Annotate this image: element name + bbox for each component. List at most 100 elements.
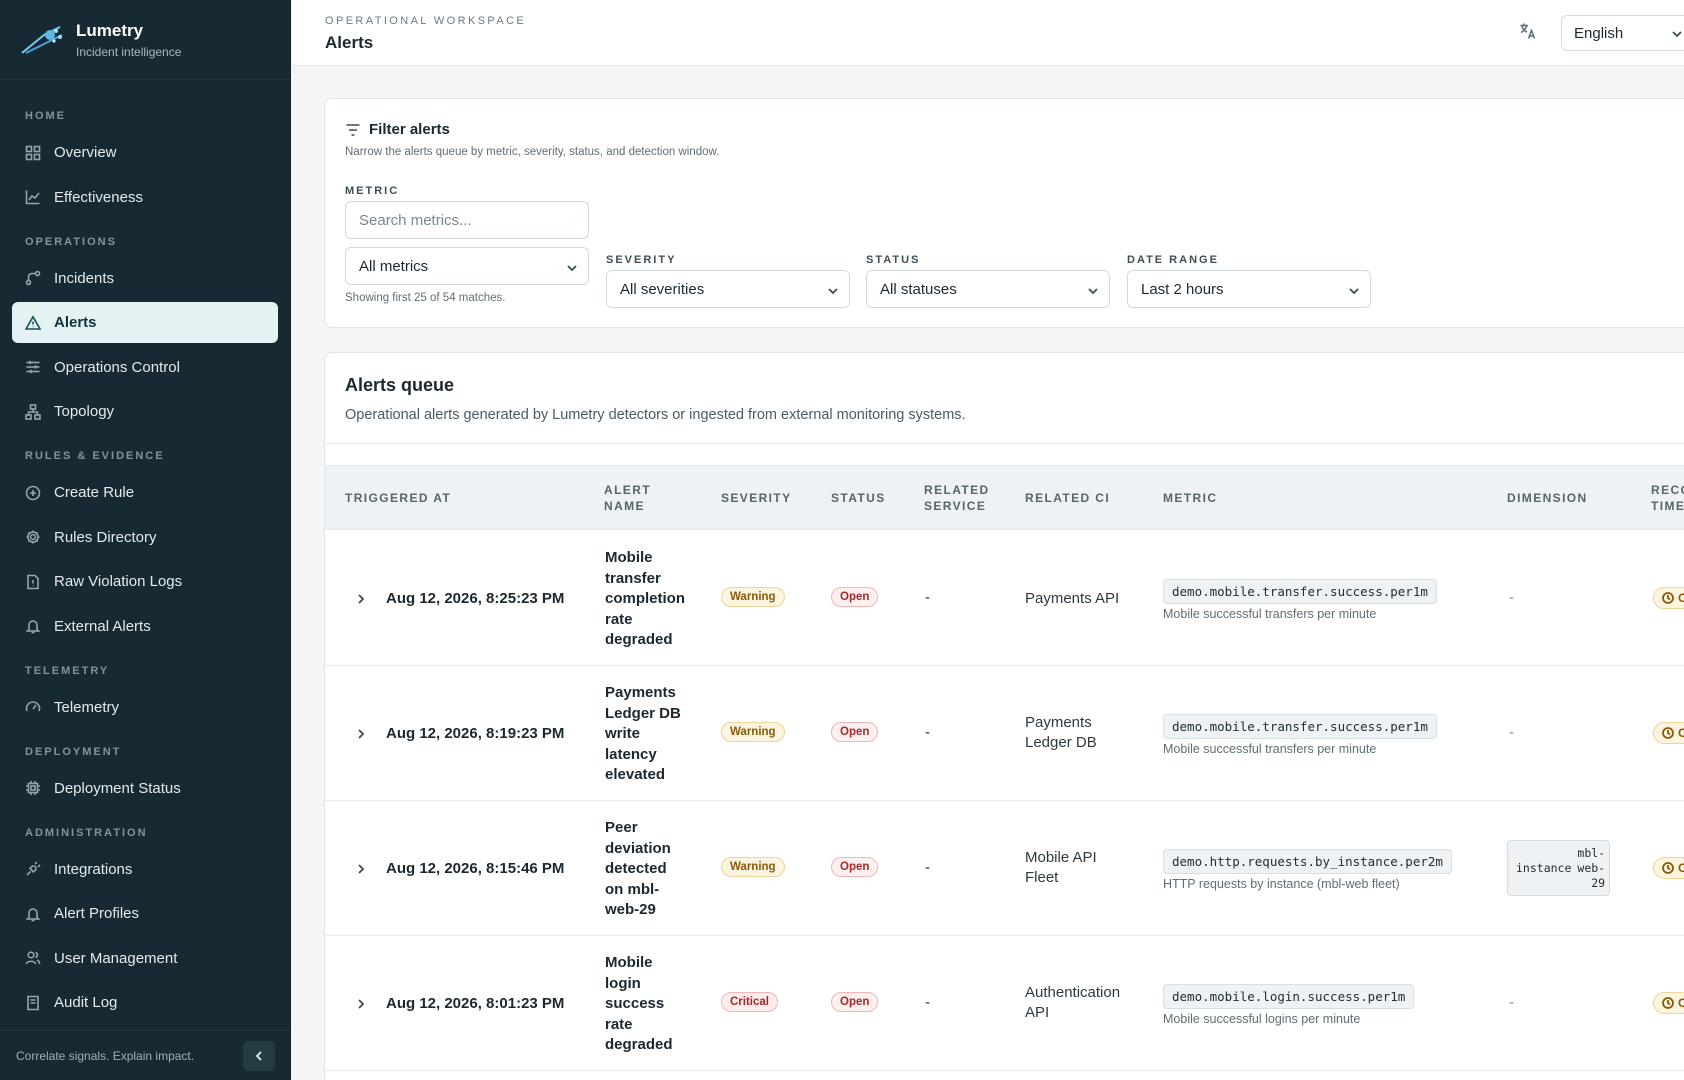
chevron-right-icon[interactable] <box>355 727 367 744</box>
language-select[interactable]: English <box>1561 15 1684 51</box>
sidebar-item-incidents[interactable]: Incidents <box>12 258 278 299</box>
alert-name-line: Mobile <box>605 954 653 971</box>
col-status[interactable]: STATUS <box>831 490 886 506</box>
audit-icon <box>25 995 41 1011</box>
sidebar-footer-text: Correlate signals. Explain impact. <box>16 1048 195 1063</box>
related-ci-line: Payments <box>1025 714 1092 731</box>
dimension-value-line: web- <box>1577 860 1606 875</box>
line-chart-icon <box>25 189 41 205</box>
severity-badge: Warning <box>721 722 785 742</box>
severity-select[interactable]: All severities <box>606 270 850 308</box>
status-badge: Open <box>831 587 879 607</box>
table-row[interactable]: Aug 12, 2026, 8:25:23 PM Mobile transfer… <box>325 531 1684 666</box>
col-metric[interactable]: METRIC <box>1163 490 1217 506</box>
sidebar-item-label: Deployment Status <box>54 779 181 797</box>
alert-name[interactable]: Payments Ledger DB write latency elevate… <box>605 683 705 786</box>
alert-name[interactable]: Mobile transfer completion rate degraded <box>605 548 705 651</box>
recommendation-badge: O <box>1653 722 1684 744</box>
table-row[interactable]: Aug 12, 2026, 8:15:46 PM Peer deviation … <box>325 801 1684 936</box>
alert-name-line: login <box>605 974 641 992</box>
related-ci-line: Payments API <box>1025 590 1120 607</box>
triggered-at: Aug 12, 2026, 8:19:23 PM <box>386 725 565 742</box>
col-related-ci[interactable]: RELATED CI <box>1025 490 1110 506</box>
route-icon <box>25 270 41 286</box>
metric-code: demo.mobile.transfer.success.per1m <box>1163 579 1437 604</box>
alert-name-line: deviation <box>605 839 671 857</box>
brand-tagline: Incident intelligence <box>76 44 182 59</box>
col-dimension[interactable]: DIMENSION <box>1507 490 1588 506</box>
sidebar-item-overview[interactable]: Overview <box>12 132 278 173</box>
col-rec-line1: RECO <box>1651 483 1684 497</box>
metric-cell: demo.http.requests.by_instance.per2m HTT… <box>1163 849 1452 891</box>
col-severity[interactable]: SEVERITY <box>721 490 792 506</box>
sidebar-item-label: Effectiveness <box>54 188 143 206</box>
brand[interactable]: Lumetry Incident intelligence <box>0 0 290 80</box>
sidebar-item-label: Incidents <box>54 269 115 287</box>
date-range-select[interactable]: Last 2 hours <box>1127 270 1371 308</box>
recommendation-badge: O <box>1653 587 1684 609</box>
chevron-right-icon[interactable] <box>355 592 367 609</box>
table-row[interactable]: Aug 12, 2026, 8:19:23 PM Payments Ledger… <box>325 666 1684 801</box>
dimension-key: instance <box>1516 861 1572 875</box>
sidebar-item-create-rule[interactable]: Create Rule <box>12 472 278 513</box>
bell-icon <box>25 906 41 922</box>
divider <box>325 443 1684 444</box>
sidebar-item-topology[interactable]: Topology <box>12 391 278 432</box>
translate-icon <box>1519 22 1537 40</box>
sidebar-item-telemetry[interactable]: Telemetry <box>12 687 278 728</box>
dimension: - <box>1509 724 1514 741</box>
alert-name-line: completion <box>605 590 686 607</box>
severity-label: SEVERITY <box>606 254 677 266</box>
sidebar-nav: HOME Overview Effectiveness OPERATIONS I… <box>0 80 290 1023</box>
col-recommended-time[interactable]: RECO TIME <box>1651 482 1684 514</box>
status-select[interactable]: All statuses <box>866 270 1110 308</box>
sidebar-item-raw-violation-logs[interactable]: Raw Violation Logs <box>12 561 278 602</box>
triggered-at: Aug 12, 2026, 8:01:23 PM <box>386 995 565 1012</box>
top-header: OPERATIONAL WORKSPACE Alerts English <box>292 0 1684 66</box>
lumetry-logo-icon <box>21 25 63 54</box>
dimension-value-line: mbl- <box>1577 845 1606 860</box>
sidebar-item-integrations[interactable]: Integrations <box>12 849 278 890</box>
alert-name[interactable]: Mobile login success rate degraded <box>605 953 705 1056</box>
sidebar-item-audit-log[interactable]: Audit Log <box>12 982 278 1023</box>
metric-select-value: All metrics <box>359 257 429 275</box>
collapse-sidebar-button[interactable] <box>243 1041 275 1071</box>
sidebar-item-effectiveness[interactable]: Effectiveness <box>12 177 278 218</box>
related-service: - <box>925 724 930 741</box>
sidebar-item-label: Operations Control <box>54 358 180 376</box>
alert-name-line: transfer <box>605 569 661 587</box>
metric-description: Mobile successful transfers per minute <box>1163 607 1377 621</box>
col-related-service[interactable]: RELATED SERVICE <box>924 482 990 514</box>
page-title: Alerts <box>325 33 374 52</box>
sidebar-item-label: Rules Directory <box>54 528 157 546</box>
col-alert-name[interactable]: ALERT NAME <box>604 482 651 514</box>
related-ci-line: Mobile API <box>1025 849 1097 866</box>
table-row[interactable]: Aug 12, 2026, 8:01:23 PM Mobile login su… <box>325 936 1684 1071</box>
metric-select[interactable]: All metrics <box>345 247 589 285</box>
alert-name-line: Peer <box>605 819 638 836</box>
sidebar-item-external-alerts[interactable]: External Alerts <box>12 606 278 647</box>
alerts-table-header: TRIGGERED AT ALERT NAME SEVERITY STATUS … <box>325 465 1684 530</box>
alert-name[interactable]: Peer deviation detected on mbl- web-29 <box>605 818 705 921</box>
sidebar-item-user-management[interactable]: User Management <box>12 938 278 979</box>
alert-name-line: degraded <box>605 1036 673 1053</box>
alert-name-line: on mbl- <box>605 880 660 898</box>
clock-icon <box>1662 862 1674 874</box>
sidebar-item-deployment-status[interactable]: Deployment Status <box>12 768 278 809</box>
metric-cell: demo.mobile.transfer.success.per1m Mobil… <box>1163 579 1437 621</box>
related-ci: Payments Ledger DB <box>1025 713 1145 753</box>
chevron-right-icon[interactable] <box>355 997 367 1014</box>
col-triggered-at[interactable]: TRIGGERED AT <box>345 490 451 506</box>
chevron-right-icon[interactable] <box>355 862 367 879</box>
sidebar-item-operations-control[interactable]: Operations Control <box>12 347 278 388</box>
triggered-at: Aug 12, 2026, 8:15:46 PM <box>386 860 565 877</box>
sidebar-item-alert-profiles[interactable]: Alert Profiles <box>12 893 278 934</box>
recommendation-text: O <box>1678 996 1684 1010</box>
related-ci-line: Fleet <box>1025 869 1059 886</box>
metric-search-input[interactable]: Search metrics... <box>345 201 589 239</box>
sidebar-item-rules-directory[interactable]: Rules Directory <box>12 517 278 558</box>
metric-match-hint: Showing first 25 of 54 matches. <box>345 292 506 304</box>
metric-code: demo.mobile.login.success.per1m <box>1163 984 1415 1009</box>
nav-section-deployment: DEPLOYMENT <box>25 745 122 758</box>
sidebar-item-alerts[interactable]: Alerts <box>12 302 278 343</box>
